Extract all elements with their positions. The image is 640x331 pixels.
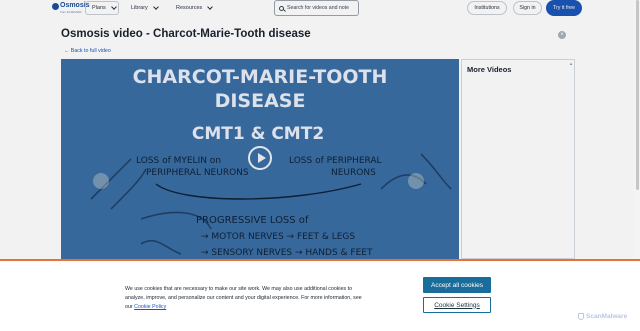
institutions-button[interactable]: Institutions [467, 1, 507, 15]
more-videos-title: More Videos [467, 65, 512, 74]
cookie-policy-link[interactable]: Cookie Policy [134, 304, 166, 310]
chevron-down-icon [152, 4, 159, 10]
try-free-button[interactable]: Try it free [546, 0, 582, 16]
cookie-message: We use cookies that are necessary to mak… [125, 285, 370, 312]
more-videos-panel: More Videos ▲ [461, 59, 575, 259]
left-note-line1: LOSS of MYELIN on [136, 156, 221, 166]
scroll-up-arrow-icon[interactable]: ▲ [569, 61, 573, 66]
nav-plans-label: Plans [92, 5, 106, 11]
board-subtypes: CMT1 & CMT2 [192, 124, 324, 144]
right-note-line1: LOSS of PERIPHERAL [289, 156, 382, 166]
search-input[interactable]: Search for videos and note [274, 0, 359, 16]
board-title-line1: CHARCOT-MARIE-TOOTH [133, 66, 388, 88]
chevron-down-icon [207, 4, 214, 10]
search-icon [279, 5, 284, 11]
nav-plans-dropdown[interactable]: Plans [85, 1, 119, 15]
accept-all-cookies-button[interactable]: Accept all cookies [423, 277, 491, 293]
back-link-label: Back to full video [70, 48, 111, 54]
cookie-banner: We use cookies that are necessary to mak… [0, 259, 640, 331]
nav-library-label: Library [131, 5, 148, 11]
nav-library-dropdown[interactable]: Library [131, 1, 159, 15]
cookie-settings-label: Cookie Settings [434, 301, 480, 309]
cookie-settings-button[interactable]: Cookie Settings [423, 297, 491, 313]
right-note-line2: NEURONS [331, 168, 376, 178]
sign-in-button[interactable]: Sign in [513, 1, 542, 15]
nav-resources-dropdown[interactable]: Resources [176, 1, 214, 15]
progressive-line1: PROGRESSIVE LOSS of [196, 215, 309, 226]
play-button-icon[interactable] [248, 146, 272, 170]
left-note-line2: PERIPHERAL NEURONS [146, 168, 249, 178]
chevron-down-icon [110, 4, 117, 10]
logo-mark-icon [52, 3, 59, 10]
shield-icon [578, 313, 584, 320]
scanmalware-watermark: ScanMalware [578, 313, 627, 320]
progressive-line2: → MOTOR NERVES → FEET & LEGS [201, 232, 355, 242]
close-icon[interactable]: × [558, 31, 566, 39]
page-scrollbar-thumb[interactable] [636, 0, 639, 190]
search-placeholder: Search for videos and note [287, 5, 350, 11]
progressive-line3: → SENSORY NERVES → HANDS & FEET [201, 248, 373, 258]
logo-subtext: from ELSEVIER [60, 10, 82, 14]
page-title: Osmosis video - Charcot-Marie-Tooth dise… [61, 28, 311, 40]
back-to-full-video-link[interactable]: ← Back to full video [64, 48, 111, 54]
osmosis-logo[interactable]: Osmosis from ELSEVIER [52, 2, 90, 15]
nav-resources-label: Resources [176, 5, 203, 11]
board-title-line2: DISEASE [215, 90, 306, 112]
watermark-label: ScanMalware [586, 313, 628, 320]
top-navigation: Osmosis from ELSEVIER Plans Library Reso… [0, 0, 640, 17]
